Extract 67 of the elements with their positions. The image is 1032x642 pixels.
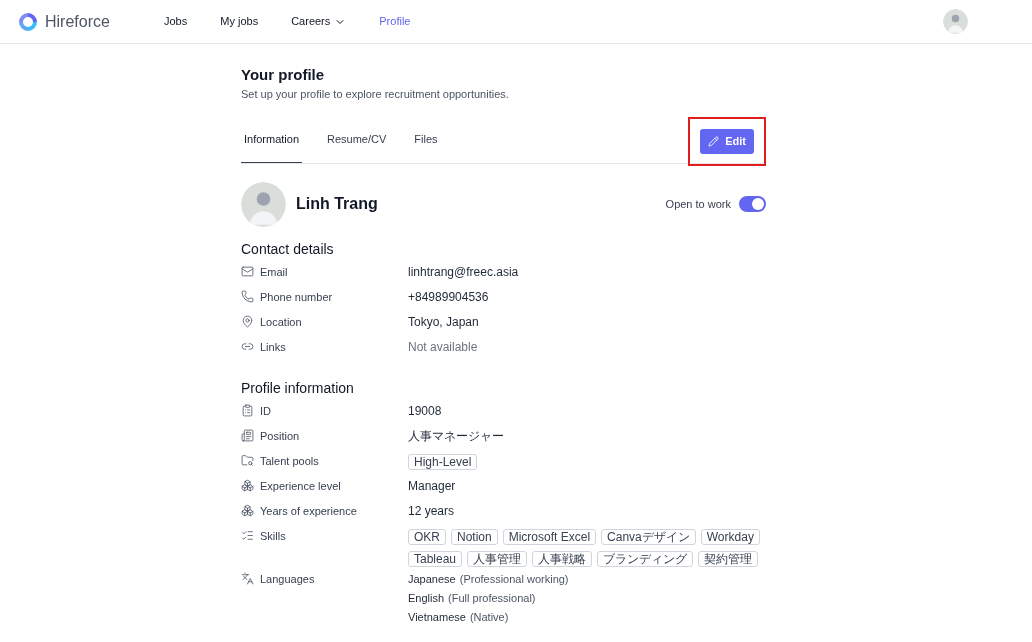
edit-button[interactable]: Edit	[700, 128, 754, 154]
mail-icon	[241, 265, 254, 278]
tag: Canvaデザイン	[601, 528, 696, 545]
language-name: Vietnamese	[408, 609, 466, 624]
tag: Workday	[700, 528, 760, 545]
language-level: (Full professional)	[448, 590, 536, 605]
folder-search-icon	[241, 454, 254, 467]
field-label: Position	[260, 428, 300, 443]
tag: Tableau	[408, 550, 463, 567]
checklist-icon	[241, 529, 254, 542]
field-value: 19008	[408, 403, 442, 418]
location-pin-icon	[241, 315, 254, 328]
field-value: Manager	[408, 478, 456, 493]
clipboard-icon	[241, 404, 254, 417]
link-icon	[241, 340, 254, 353]
nav-link[interactable]: Jobs	[164, 13, 188, 30]
cubes-icon	[241, 504, 254, 517]
field-value: 12 years	[408, 503, 455, 518]
field-label: Languages	[260, 571, 315, 586]
brand-name: Hireforce	[45, 11, 110, 32]
tag: Microsoft Excel	[502, 528, 597, 545]
language-name: Japanese	[408, 571, 456, 586]
field-value: linhtrang@freec.asia	[408, 264, 519, 279]
field-value: +84989904536	[408, 289, 489, 304]
tag: 人事管理	[467, 550, 528, 567]
document-icon	[241, 429, 254, 442]
field-value: 人事マネージャー	[408, 428, 504, 443]
tab[interactable]: Files	[411, 127, 441, 163]
user-avatar	[943, 9, 968, 34]
field-label: Skills	[260, 528, 286, 543]
field-label: Links	[260, 339, 286, 354]
nav-link[interactable]: Careers	[291, 13, 347, 30]
field-label: Experience level	[260, 478, 341, 493]
field-label: Phone number	[260, 289, 333, 304]
logo-icon	[17, 10, 39, 33]
tab[interactable]: Information	[241, 127, 303, 163]
field-label: Location	[260, 314, 302, 329]
language-name: English	[408, 590, 445, 605]
page-subtitle: Set up your profile to explore recruitment opportunities.	[241, 87, 510, 102]
field-value: Tokyo, Japan	[408, 314, 479, 329]
tag: High-Level	[408, 453, 478, 470]
open-to-work-toggle[interactable]	[739, 196, 766, 212]
field-label: Email	[260, 264, 288, 279]
profile-avatar	[241, 181, 286, 227]
profile-name: Linh Trang	[296, 194, 378, 214]
field-label: Years of experience	[260, 503, 357, 518]
field-label: Talent pools	[260, 453, 319, 468]
pencil-icon	[708, 135, 720, 147]
translate-icon	[241, 572, 254, 585]
tab[interactable]: Resume/CV	[324, 127, 390, 163]
nav-link[interactable]: Profile	[379, 13, 411, 30]
field-label: ID	[260, 403, 271, 418]
tag: Notion	[451, 528, 498, 545]
toggle-label: Open to work	[665, 196, 731, 212]
language-level: (Native)	[469, 609, 509, 624]
field-value: Not available	[408, 339, 478, 354]
tag: ブランディング	[597, 550, 694, 567]
cubes-icon	[241, 479, 254, 492]
language-level: (Professional working)	[459, 571, 569, 586]
tag: 人事戦略	[532, 550, 593, 567]
tag: OKR	[408, 528, 446, 545]
page-title: Your profile	[241, 66, 326, 84]
section-heading: Profile information	[241, 378, 355, 398]
phone-icon	[241, 290, 254, 303]
nav-link[interactable]: My jobs	[220, 13, 259, 30]
tag: 契約管理	[698, 550, 759, 567]
section-heading: Contact details	[241, 239, 335, 259]
